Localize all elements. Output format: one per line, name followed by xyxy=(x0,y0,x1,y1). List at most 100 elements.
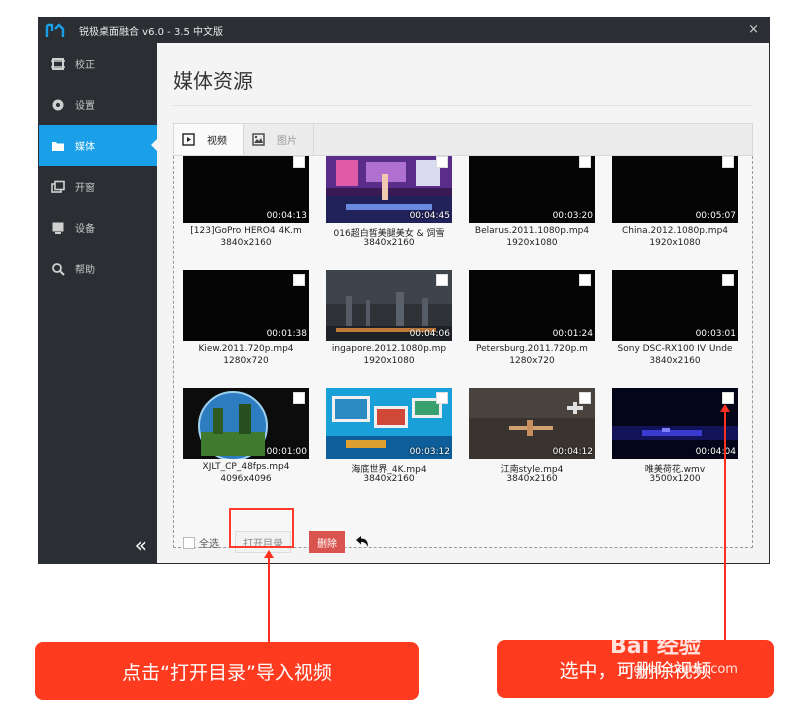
video-resolution: 3840x2160 xyxy=(506,474,558,484)
sidebar-item-media[interactable]: 媒体 xyxy=(39,125,158,166)
video-resolution: 1280x720 xyxy=(509,356,555,366)
media-tile[interactable]: 00:04:13 [123]GoPro HERO4 4K.m 3840x2160 xyxy=(180,156,309,260)
tab-label: 视频 xyxy=(207,136,227,147)
media-tile[interactable]: 00:01:24 Petersburg.2011.720p.m 1280x720 xyxy=(466,270,595,378)
select-checkbox[interactable] xyxy=(436,156,448,168)
sidebar-item-device[interactable]: 设备 xyxy=(39,207,157,248)
select-checkbox[interactable] xyxy=(722,274,734,286)
video-thumbnail: 00:04:13 xyxy=(183,156,309,223)
watermark-url: jingyan.baidu.com xyxy=(618,662,738,677)
gear-icon xyxy=(52,99,64,110)
video-duration: 00:03:20 xyxy=(552,211,593,221)
right-arrow-line xyxy=(724,410,726,642)
watermark: Bai 经验 jingyan.baidu.com xyxy=(610,628,738,677)
media-tile[interactable]: 00:01:38 Kiew.2011.720p.mp4 1280x720 xyxy=(180,270,309,378)
media-tile[interactable]: 00:04:06 ingapore.2012.1080p.mp 1920x1080 xyxy=(323,270,452,378)
video-resolution: 1280x720 xyxy=(223,356,269,366)
video-duration: 00:01:38 xyxy=(266,329,307,339)
search-icon xyxy=(52,262,65,276)
media-tile[interactable]: 00:03:12 海底世界_4K.mp4 3840x2160 xyxy=(323,388,452,496)
sidebar-item-label: 设备 xyxy=(75,224,95,235)
main-panel: 媒体资源 视频 图片 00:04:13 [123]GoPro HERO4 4K.m… xyxy=(157,43,769,563)
media-tile[interactable]: 00:03:20 Belarus.2011.1080p.mp4 1920x1080 xyxy=(466,156,595,260)
left-arrow-line xyxy=(268,556,270,644)
video-thumbnail: 00:01:24 xyxy=(469,270,595,341)
media-tile[interactable]: 00:05:07 China.2012.1080p.mp4 1920x1080 xyxy=(609,156,738,260)
select-checkbox[interactable] xyxy=(436,392,448,404)
select-checkbox[interactable] xyxy=(722,392,734,404)
sidebar: 校正 设置 媒体 开窗 设备 帮助 « xyxy=(39,43,158,563)
select-all-label: 全选 xyxy=(199,539,219,550)
select-checkbox[interactable] xyxy=(579,392,591,404)
tab-image[interactable]: 图片 xyxy=(244,124,314,155)
undo-icon[interactable] xyxy=(354,534,370,550)
open-directory-callout: 点击“打开目录”导入视频 xyxy=(35,642,419,700)
video-filename: Belarus.2011.1080p.mp4 xyxy=(474,226,590,236)
video-filename: XJLT_CP_48fps.mp4 xyxy=(202,462,290,472)
left-arrow-head xyxy=(264,550,274,558)
select-checkbox[interactable] xyxy=(293,392,305,404)
sidebar-item-label: 帮助 xyxy=(75,265,95,276)
sidebar-item-label: 媒体 xyxy=(75,142,95,153)
sidebar-item-calibrate[interactable]: 校正 xyxy=(39,43,157,84)
select-checkbox[interactable] xyxy=(293,274,305,286)
close-icon[interactable]: × xyxy=(748,22,759,37)
sidebar-item-window[interactable]: 开窗 xyxy=(39,166,157,207)
select-all-checkbox[interactable]: 全选 xyxy=(183,535,219,550)
media-tile[interactable]: 00:01:00 XJLT_CP_48fps.mp4 4096x4096 xyxy=(180,388,309,496)
app-logo-icon xyxy=(45,22,65,37)
select-checkbox[interactable] xyxy=(436,274,448,286)
sidebar-item-help[interactable]: 帮助 xyxy=(39,248,157,289)
app-window: 锐极桌面融合 v6.0 - 3.5 中文版 × 校正 设置 媒体 开窗 设备 帮… xyxy=(38,17,770,564)
play-icon xyxy=(182,133,195,146)
media-tile[interactable]: 00:04:12 江南style.mp4 3840x2160 xyxy=(466,388,595,496)
video-duration: 00:04:04 xyxy=(695,447,736,457)
select-checkbox[interactable] xyxy=(293,156,305,168)
media-grid-area: 00:04:13 [123]GoPro HERO4 4K.m 3840x2160 00… xyxy=(173,156,753,548)
media-tile[interactable]: 00:04:04 唯美荷花.wmv 3500x1200 xyxy=(609,388,738,496)
select-checkbox[interactable] xyxy=(579,274,591,286)
video-resolution: 1920x1080 xyxy=(506,238,558,248)
sidebar-item-settings[interactable]: 设置 xyxy=(39,84,157,125)
calibrate-icon xyxy=(51,57,65,70)
video-duration: 00:03:01 xyxy=(695,329,736,339)
video-resolution: 3840x2160 xyxy=(363,238,415,248)
video-thumbnail: 00:01:00 xyxy=(183,388,309,459)
video-duration: 00:05:07 xyxy=(695,211,736,221)
media-tile[interactable]: 00:03:01 Sony DSC-RX100 IV Unde 3840x2160 xyxy=(609,270,738,378)
media-tile[interactable]: 00:04:45 016超白皙美腿美女 & 饲雪 3840x2160 xyxy=(323,156,452,260)
tab-label: 图片 xyxy=(277,136,297,147)
video-thumbnail: 00:03:20 xyxy=(469,156,595,223)
title-bar: 锐极桌面融合 v6.0 - 3.5 中文版 × xyxy=(39,18,769,43)
video-filename: Sony DSC-RX100 IV Unde xyxy=(617,344,733,354)
video-filename: ingapore.2012.1080p.mp xyxy=(331,344,447,354)
media-tabs: 视频 图片 xyxy=(173,123,753,156)
video-thumbnail: 00:01:38 xyxy=(183,270,309,341)
video-thumbnail: 00:04:12 xyxy=(469,388,595,459)
page-title: 媒体资源 xyxy=(173,69,253,93)
divider xyxy=(173,105,753,106)
video-filename: Petersburg.2011.720p.m xyxy=(476,344,588,354)
collapse-sidebar-icon[interactable]: « xyxy=(135,533,147,557)
video-thumbnail: 00:04:45 xyxy=(326,156,452,223)
video-filename: [123]GoPro HERO4 4K.m xyxy=(190,226,302,236)
select-checkbox[interactable] xyxy=(579,156,591,168)
image-icon xyxy=(252,133,265,146)
video-resolution: 3840x2160 xyxy=(363,474,415,484)
select-checkbox[interactable] xyxy=(722,156,734,168)
video-duration: 00:04:06 xyxy=(409,329,450,339)
tab-video[interactable]: 视频 xyxy=(174,124,244,155)
video-duration: 00:04:12 xyxy=(552,447,593,457)
folder-icon xyxy=(52,141,64,151)
video-resolution: 3840x2160 xyxy=(220,238,272,248)
checkbox-box xyxy=(183,536,195,549)
video-duration: 00:01:24 xyxy=(552,329,593,339)
video-thumbnail: 00:05:07 xyxy=(612,156,738,223)
delete-button[interactable]: 删除 xyxy=(309,531,345,553)
video-resolution: 4096x4096 xyxy=(220,474,272,484)
watermark-brand: Bai 经验 xyxy=(610,634,701,659)
video-filename: China.2012.1080p.mp4 xyxy=(621,226,729,236)
video-duration: 00:01:00 xyxy=(266,447,307,457)
window-title: 锐极桌面融合 v6.0 - 3.5 中文版 xyxy=(79,27,224,38)
video-duration: 00:04:13 xyxy=(266,211,307,221)
